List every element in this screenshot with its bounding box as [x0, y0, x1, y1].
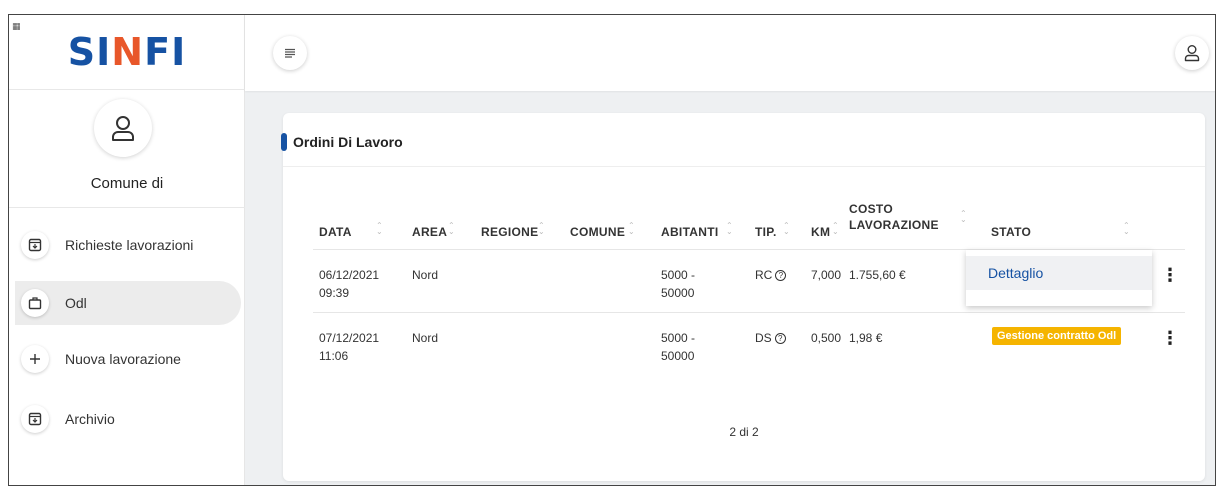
cell-km: 7,000	[811, 268, 842, 282]
card-divider	[283, 166, 1205, 167]
cell-date: 07/12/2021 11:06	[319, 329, 379, 365]
cell-tip-label: DS	[755, 331, 772, 345]
sidebar-divider	[9, 207, 245, 208]
sort-icon[interactable]: ⌃ ⌄	[783, 222, 790, 236]
archive-icon	[21, 405, 49, 433]
briefcase-icon	[21, 289, 49, 317]
logo-text-right: FI	[144, 30, 187, 74]
column-header-tip[interactable]: TIP.	[755, 224, 777, 240]
column-header-data[interactable]: DATA	[319, 224, 352, 240]
cell-tip: DS?	[755, 329, 786, 347]
orders-card: Ordini Di Lavoro DATA ⌃ ⌄ AREA ⌃ ⌄ REGIONE…	[281, 113, 1205, 481]
cell-abitanti-to: 50000	[661, 286, 695, 300]
plus-icon	[21, 345, 49, 373]
user-avatar[interactable]	[94, 99, 152, 157]
column-header-km[interactable]: KM	[811, 224, 830, 240]
sidebar-item-nuova-lavorazione[interactable]: Nuova lavorazione	[15, 337, 241, 381]
sidebar-divider	[9, 89, 245, 90]
cell-abitanti: 5000 - 50000	[661, 329, 695, 365]
row-actions-menu-icon[interactable]: ⋮	[1161, 329, 1179, 347]
user-icon	[112, 116, 134, 141]
column-header-area[interactable]: AREA	[412, 224, 447, 240]
column-header-regione[interactable]: REGIONE	[481, 224, 538, 240]
logo-text-mid: N	[111, 30, 145, 74]
column-header-costo-lavorazione[interactable]: COSTO LAVORAZIONE	[849, 201, 939, 233]
cell-km: 0,500	[811, 331, 842, 345]
sort-icon[interactable]: ⌃ ⌄	[1123, 222, 1130, 236]
cell-date-day: 07/12/2021	[319, 331, 380, 345]
cell-date-time: 09:39	[319, 286, 350, 300]
sidebar: ▦ SI N FI Comune di Richieste lavorazioni …	[9, 15, 245, 485]
app-logo[interactable]: SI N FI	[9, 19, 245, 85]
sidebar-item-label: Nuova lavorazione	[65, 351, 181, 367]
status-badge[interactable]: Gestione contratto Odl	[992, 327, 1122, 345]
sidebar-item-archivio[interactable]: Archivio	[15, 397, 241, 441]
cell-costo: 1,98 €	[849, 331, 883, 345]
help-icon[interactable]: ?	[775, 270, 787, 282]
title-accent	[281, 133, 287, 151]
menu-toggle-button[interactable]	[273, 36, 307, 70]
card-title: Ordini Di Lavoro	[293, 134, 403, 150]
cell-date-time: 11:06	[319, 349, 349, 363]
app-window: ▦ SI N FI Comune di Richieste lavorazioni …	[8, 14, 1216, 486]
sort-icon[interactable]: ⌃ ⌄	[448, 222, 455, 236]
cell-tip-label: RC	[755, 268, 773, 282]
sort-icon[interactable]: ⌃ ⌄	[832, 222, 839, 236]
inbox-download-icon	[21, 231, 49, 259]
cell-costo: 1.755,60 €	[849, 268, 906, 282]
cell-area: Nord	[412, 331, 439, 345]
sidebar-item-odl[interactable]: Odl	[15, 281, 241, 325]
sidebar-item-richieste-lavorazioni[interactable]: Richieste lavorazioni	[15, 223, 241, 267]
row-divider	[313, 312, 1185, 313]
column-header-comune[interactable]: COMUNE	[570, 224, 625, 240]
logo-text-left: SI	[67, 30, 112, 74]
cell-abitanti-to: 50000	[661, 349, 695, 363]
header-line: LAVORAZIONE	[849, 218, 939, 232]
menu-item-dettaglio[interactable]: Dettaglio	[966, 256, 1152, 290]
cell-abitanti-from: 5000 -	[661, 331, 696, 345]
pagination-label: 2 di 2	[729, 425, 759, 439]
profile-button[interactable]	[1175, 36, 1209, 70]
sort-icon[interactable]: ⌃ ⌄	[538, 222, 545, 236]
column-header-stato[interactable]: STATO	[991, 224, 1031, 240]
top-bar	[245, 15, 1215, 91]
row-actions-menu-icon[interactable]: ⋮	[1161, 266, 1179, 284]
sort-icon[interactable]: ⌃ ⌄	[376, 222, 383, 236]
column-header-abitanti[interactable]: ABITANTI	[661, 224, 719, 240]
cell-tip: RC?	[755, 266, 787, 284]
cell-abitanti: 5000 - 50000	[661, 266, 695, 302]
main-content: Ordini Di Lavoro DATA ⌃ ⌄ AREA ⌃ ⌄ REGIONE…	[245, 15, 1215, 485]
sort-icon[interactable]: ⌃ ⌄	[960, 210, 967, 224]
sidebar-item-label: Archivio	[65, 411, 115, 427]
cell-date-day: 06/12/2021	[319, 268, 380, 282]
user-name: Comune di	[90, 175, 164, 192]
cell-area: Nord	[412, 268, 439, 282]
sort-icon[interactable]: ⌃ ⌄	[726, 222, 733, 236]
user-icon	[1184, 45, 1200, 62]
sidebar-item-label: Odl	[65, 295, 87, 311]
cell-abitanti-from: 5000 -	[661, 268, 696, 282]
help-icon[interactable]: ?	[774, 333, 786, 345]
menu-icon	[285, 48, 295, 58]
sidebar-item-label: Richieste lavorazioni	[65, 237, 194, 253]
header-line: COSTO	[849, 202, 893, 216]
cell-date: 06/12/2021 09:39	[319, 266, 379, 302]
sort-icon[interactable]: ⌃ ⌄	[628, 222, 635, 236]
row-context-menu: Dettaglio	[966, 250, 1152, 306]
